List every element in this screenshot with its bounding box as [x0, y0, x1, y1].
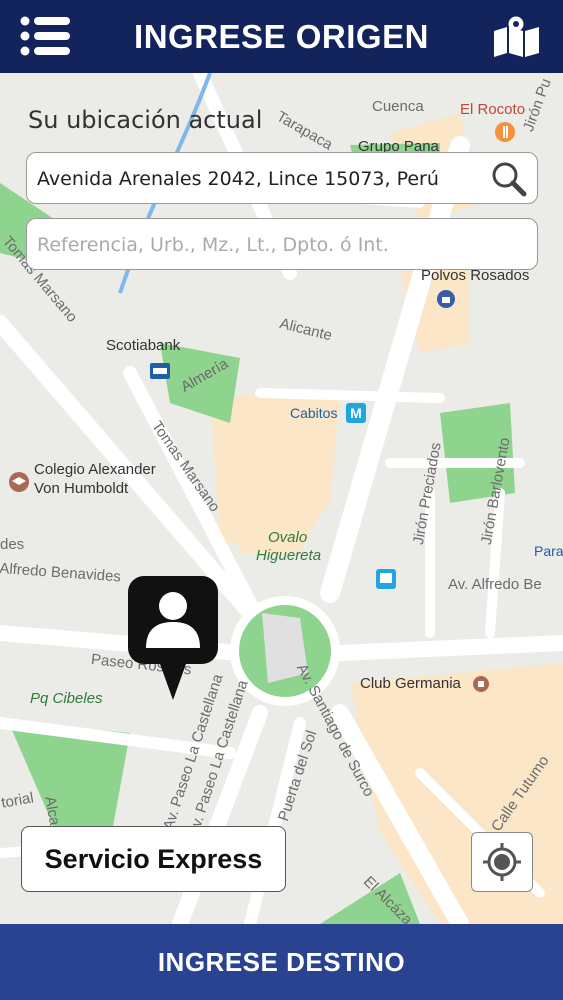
reference-placeholder: Referencia, Urb., Mz., Lt., Dpto. ó Int. [37, 234, 389, 256]
map-label-pq-cibeles: Pq Cibeles [30, 690, 103, 707]
app-header: INGRESE ORIGEN [0, 0, 563, 73]
hamburger-menu-icon [20, 16, 70, 56]
map-label-scotiabank: Scotiabank [106, 337, 181, 354]
gps-target-icon [483, 843, 521, 881]
school-icon [9, 472, 29, 492]
map-label-des: des [0, 536, 25, 553]
express-service-label: Servicio Express [44, 843, 263, 874]
map-label-av-alfredo-be: Av. Alfredo Be [448, 576, 542, 593]
current-location-label: Su ubicación actual [28, 106, 263, 134]
address-value: Avenida Arenales 2042, Lince 15073, Perú [37, 168, 439, 190]
menu-button[interactable] [20, 15, 72, 57]
club-icon [473, 676, 489, 692]
map-label-ovalo: Ovalo [268, 529, 308, 546]
map-label-colegio-line1: Colegio Alexander [34, 461, 156, 478]
svg-text:M: M [350, 405, 362, 421]
map-label-cuenca: Cuenca [372, 98, 424, 115]
map-label-club-germania: Club Germania [360, 675, 461, 692]
page-title: INGRESE ORIGEN [134, 17, 429, 55]
metro-icon: M [346, 403, 366, 423]
map-label-cabitos: Cabitos [290, 405, 338, 421]
map-label-colegio-line2: Von Humboldt [34, 480, 129, 497]
user-location-pin[interactable] [128, 576, 218, 700]
bank-icon [150, 363, 170, 379]
search-button[interactable] [491, 161, 527, 197]
map-view-button[interactable] [491, 15, 543, 57]
search-icon [492, 162, 527, 197]
enter-destination-button[interactable]: INGRESE DESTINO [0, 924, 563, 1000]
shopping-icon [437, 290, 455, 308]
express-service-button[interactable]: Servicio Express [21, 826, 286, 892]
enter-destination-label: INGRESE DESTINO [157, 946, 406, 977]
address-input[interactable]: Avenida Arenales 2042, Lince 15073, Perú [26, 152, 538, 204]
map-label-el-rocoto: El Rocoto [460, 101, 526, 118]
restaurant-icon [495, 122, 515, 142]
bus-stop-icon [376, 569, 396, 589]
reference-input[interactable]: Referencia, Urb., Mz., Lt., Dpto. ó Int. [26, 218, 538, 270]
person-marker-icon [128, 576, 218, 700]
folded-map-icon [494, 16, 539, 57]
locate-me-button[interactable] [471, 832, 533, 892]
map-label-higuereta: Higuereta [256, 547, 322, 564]
map-label-para: Para [534, 543, 563, 559]
